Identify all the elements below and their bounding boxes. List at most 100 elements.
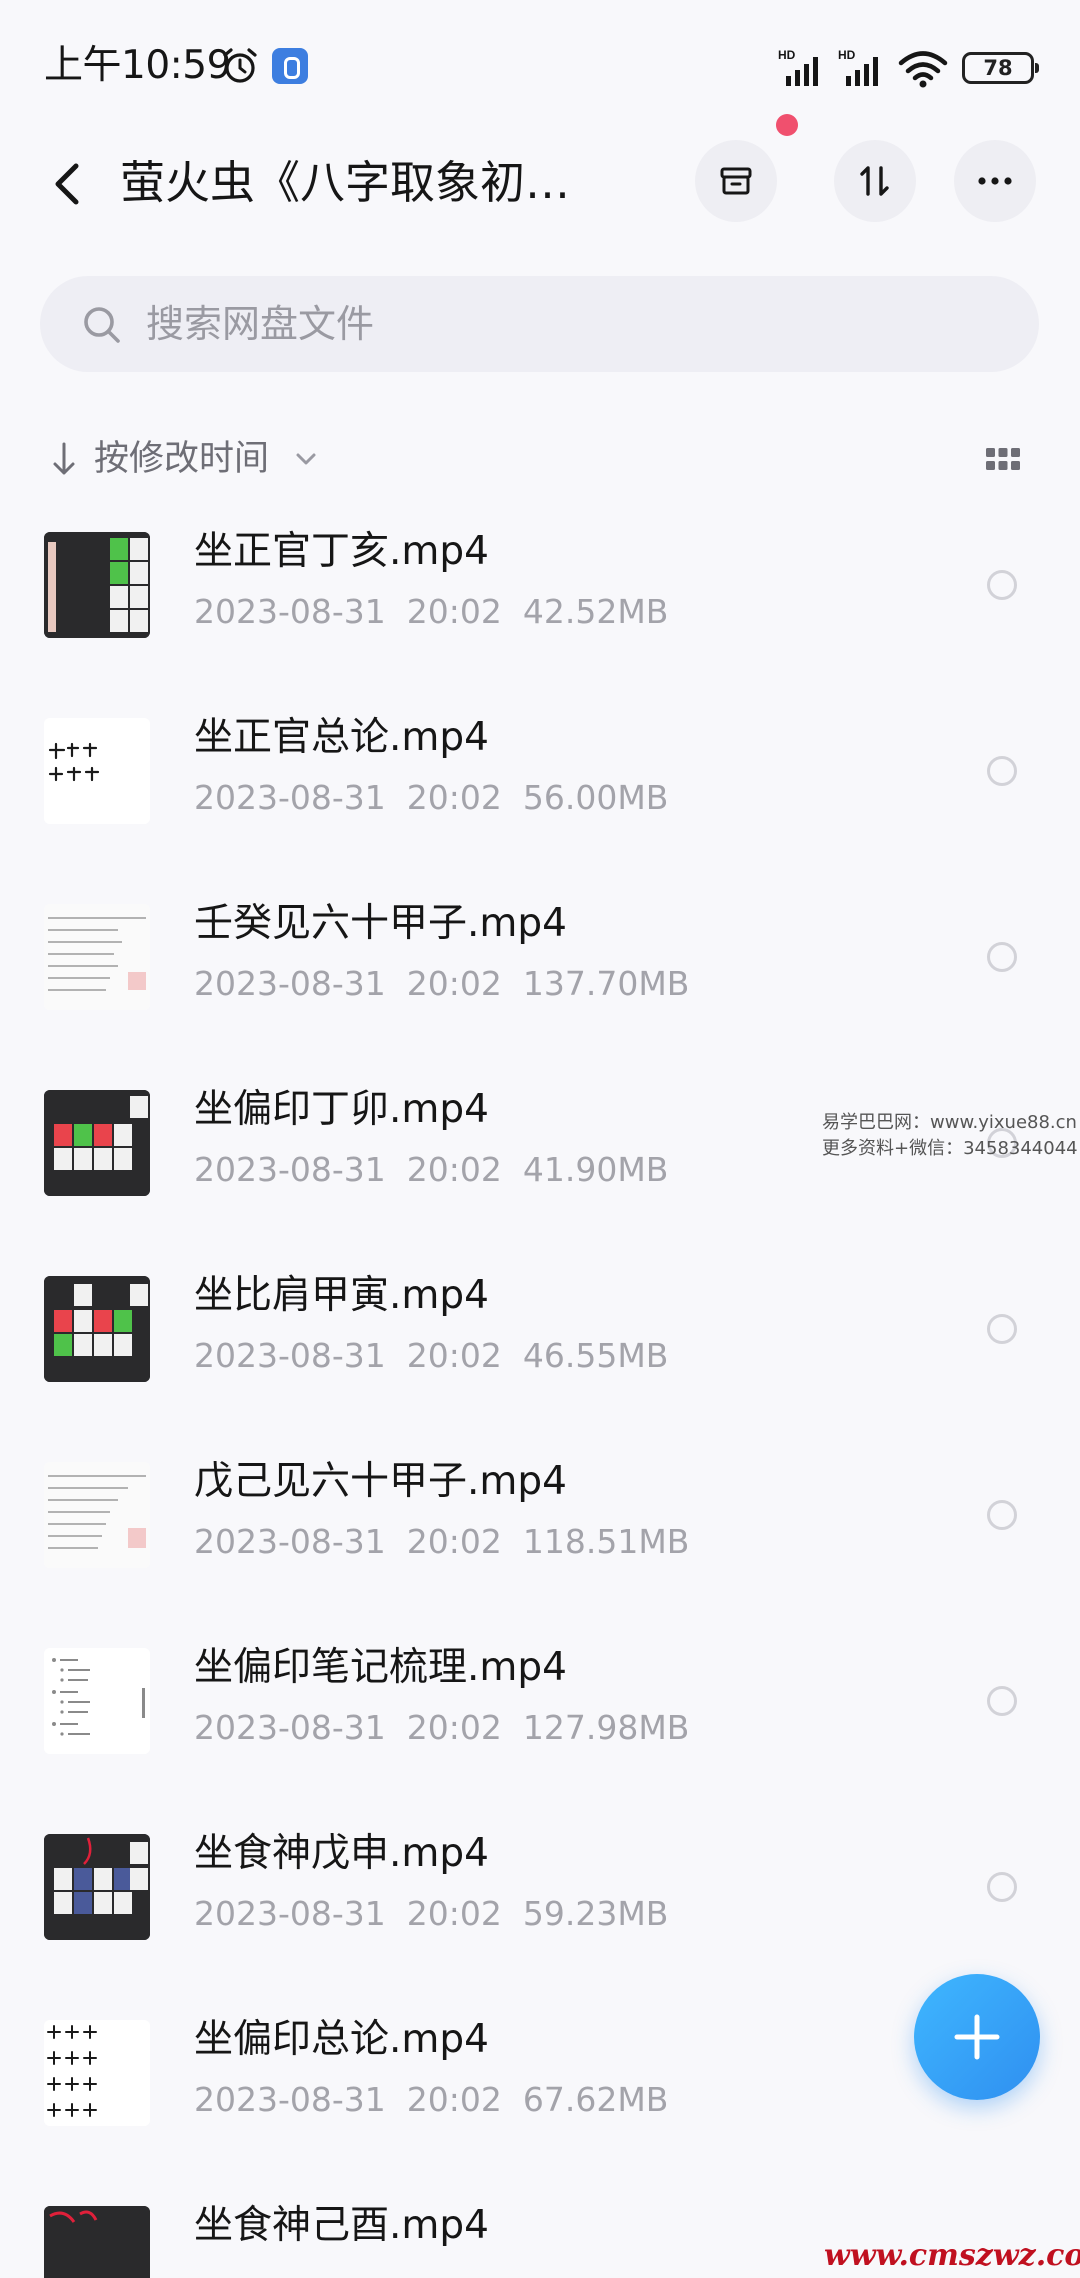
file-size: 41.90MB xyxy=(522,1150,669,1189)
file-date: 2023-08-31 xyxy=(194,778,386,817)
file-time: 20:02 xyxy=(406,778,502,817)
file-meta: 2023-08-31 20:02 42.52MB xyxy=(194,588,668,636)
file-size: 46.55MB xyxy=(522,1336,669,1375)
file-name: 坐正官总论.mp4 xyxy=(194,715,489,760)
file-item[interactable]: 坐比肩甲寅.mp4 2023-08-31 20:02 46.55MB xyxy=(0,1252,1080,1439)
file-name: 坐食神己酉.mp4 xyxy=(194,2203,489,2248)
file-item[interactable]: 坐正官总论.mp4 2023-08-31 20:02 56.00MB xyxy=(0,694,1080,881)
select-radio[interactable] xyxy=(987,942,1017,972)
file-meta: 2023-08-31 20:02 137.70MB xyxy=(194,960,689,1008)
select-radio[interactable] xyxy=(987,570,1017,600)
file-date: 2023-08-31 xyxy=(194,592,386,631)
file-time: 20:02 xyxy=(406,1150,502,1189)
video-thumbnail xyxy=(44,904,150,1010)
file-meta: 2023-08-31 20:02 67.62MB xyxy=(194,2076,668,2124)
status-bar: 上午10:59 HD HD 78 xyxy=(0,0,1080,130)
file-item[interactable]: 坐正官丁亥.mp4 2023-08-31 20:02 42.52MB xyxy=(0,508,1080,695)
search-icon xyxy=(84,307,120,343)
file-time: 20:02 xyxy=(406,2080,502,2119)
file-item[interactable]: 戊己见六十甲子.mp4 2023-08-31 20:02 118.51MB xyxy=(0,1438,1080,1625)
file-size: 67.62MB xyxy=(522,2080,669,2119)
video-thumbnail xyxy=(44,1090,150,1196)
file-meta: 2023-08-31 20:02 46.55MB xyxy=(194,1332,668,1380)
video-thumbnail xyxy=(44,1462,150,1568)
status-time: 上午10:59 xyxy=(44,43,231,88)
watermark-line-1: 易学巴巴网：www.yixue88.cn xyxy=(822,1112,1077,1133)
search-placeholder: 搜索网盘文件 xyxy=(146,302,375,346)
video-thumbnail xyxy=(44,2206,150,2278)
file-name: 坐食神戊申.mp4 xyxy=(194,1831,489,1876)
file-time: 20:02 xyxy=(406,1336,502,1375)
video-thumbnail xyxy=(44,532,150,638)
sort-arrows-icon xyxy=(860,166,889,196)
select-radio[interactable] xyxy=(987,1686,1017,1716)
file-meta: 2023-08-31 20:02 41.90MB xyxy=(194,1146,668,1194)
sort-by-modified-time[interactable]: 按修改时间 xyxy=(94,424,269,494)
grid-view-icon[interactable] xyxy=(984,444,1022,474)
file-name: 坐偏印总论.mp4 xyxy=(194,2017,489,2062)
file-item[interactable]: 坐偏印笔记梳理.mp4 2023-08-31 20:02 127.98MB xyxy=(0,1624,1080,1811)
sort-row: 按修改时间 xyxy=(44,424,1044,494)
file-size: 56.00MB xyxy=(522,778,669,817)
page-title: 萤火虫《八字取象初级... xyxy=(120,156,610,209)
file-name: 坐偏印笔记梳理.mp4 xyxy=(194,1645,567,1690)
video-thumbnail xyxy=(44,1276,150,1382)
archive-icon xyxy=(720,167,752,195)
file-size: 42.52MB xyxy=(522,592,669,631)
archive-button[interactable] xyxy=(695,140,777,222)
header: 萤火虫《八字取象初级... xyxy=(0,114,1080,240)
video-thumbnail xyxy=(44,2020,150,2126)
chevron-down-icon[interactable] xyxy=(294,451,318,467)
wifi-icon xyxy=(898,51,948,88)
file-name: 坐偏印丁卯.mp4 xyxy=(194,1087,489,1132)
add-button[interactable] xyxy=(914,1974,1040,2100)
more-horizontal-icon xyxy=(978,177,1012,185)
select-radio[interactable] xyxy=(987,1872,1017,1902)
select-radio[interactable] xyxy=(987,756,1017,786)
signal-label-2: HD xyxy=(838,48,856,62)
more-button[interactable] xyxy=(954,140,1036,222)
file-date: 2023-08-31 xyxy=(194,1522,386,1561)
arrow-down-icon xyxy=(53,442,75,475)
video-thumbnail xyxy=(44,718,150,824)
file-size: 59.23MB xyxy=(522,1894,669,1933)
plus-icon xyxy=(954,2014,1000,2060)
file-date: 2023-08-31 xyxy=(194,2080,386,2119)
file-time: 20:02 xyxy=(406,1522,502,1561)
sort-button[interactable] xyxy=(834,140,916,222)
video-thumbnail xyxy=(44,1648,150,1754)
video-thumbnail xyxy=(44,1834,150,1940)
file-time: 20:02 xyxy=(406,1894,502,1933)
file-name: 戊己见六十甲子.mp4 xyxy=(194,1459,567,1504)
search-input[interactable]: 搜索网盘文件 xyxy=(40,276,1039,372)
watermark-site: www.cmszwz.com xyxy=(824,2238,1080,2273)
file-meta: 2023-08-31 20:02 56.00MB xyxy=(194,774,668,822)
cellular-signal-icon: HD xyxy=(778,48,818,86)
select-radio[interactable] xyxy=(987,1500,1017,1530)
file-item[interactable]: 坐食神戊申.mp4 2023-08-31 20:02 59.23MB xyxy=(0,1810,1080,1997)
signal-label-1: HD xyxy=(778,48,796,62)
file-date: 2023-08-31 xyxy=(194,1894,386,1933)
chevron-left-icon xyxy=(55,163,79,205)
watermark-line-2: 更多资料+微信：3458344044 xyxy=(822,1138,1078,1159)
file-time: 20:02 xyxy=(406,592,502,631)
file-meta: 2023-08-31 20:02 118.51MB xyxy=(194,1518,689,1566)
file-date: 2023-08-31 xyxy=(194,1150,386,1189)
file-date: 2023-08-31 xyxy=(194,1708,386,1747)
battery-indicator: 78 xyxy=(962,52,1039,84)
file-name: 坐比肩甲寅.mp4 xyxy=(194,1273,489,1318)
alarm-clock-icon xyxy=(223,48,257,83)
file-item[interactable]: 壬癸见六十甲子.mp4 2023-08-31 20:02 137.70MB xyxy=(0,880,1080,1067)
file-size: 118.51MB xyxy=(522,1522,690,1561)
file-name: 壬癸见六十甲子.mp4 xyxy=(194,901,567,946)
file-meta: 2023-08-31 20:02 127.98MB xyxy=(194,1704,689,1752)
notification-dot xyxy=(776,114,798,136)
file-meta: 2023-08-31 20:02 59.23MB xyxy=(194,1890,668,1938)
select-radio[interactable] xyxy=(987,1314,1017,1344)
file-time: 20:02 xyxy=(406,964,502,1003)
back-button[interactable] xyxy=(40,152,96,216)
file-time: 20:02 xyxy=(406,1708,502,1747)
file-date: 2023-08-31 xyxy=(194,1336,386,1375)
app-notification-icon xyxy=(272,48,308,84)
file-date: 2023-08-31 xyxy=(194,964,386,1003)
